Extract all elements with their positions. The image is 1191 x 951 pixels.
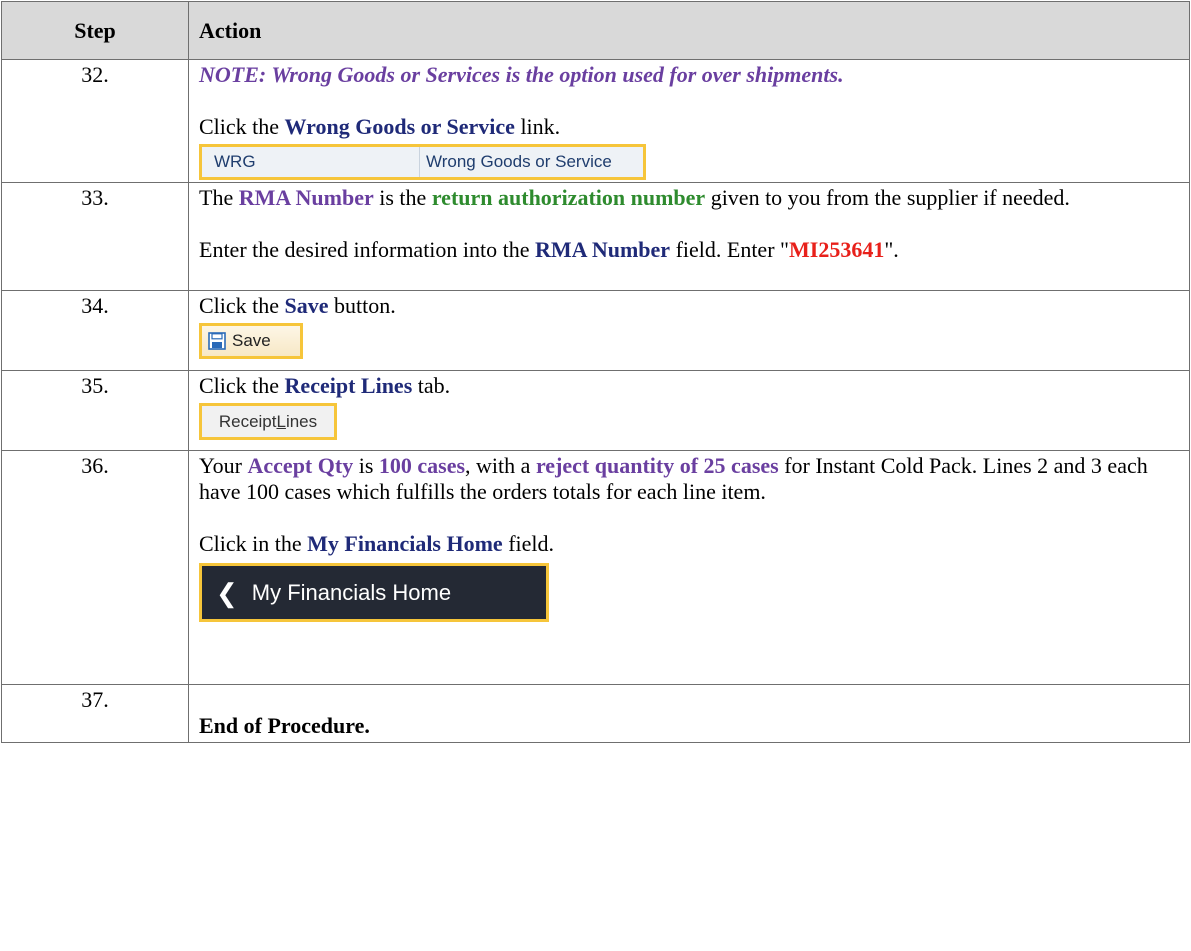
text: tab. (412, 373, 451, 398)
table-row: 36. Your Accept Qty is 100 cases, with a… (1, 450, 1190, 685)
reject-quantity: reject quantity of 25 cases (535, 453, 779, 478)
text: is the (373, 185, 432, 210)
action-header: Action (188, 1, 1190, 60)
text: Click the (199, 114, 285, 139)
step-number: 32. (1, 59, 189, 183)
action-cell: End of Procedure. (188, 684, 1190, 743)
text: link. (514, 114, 561, 139)
table-row: 35. Click the Receipt Lines tab. Receipt… (1, 370, 1190, 451)
text: , with a (465, 453, 536, 478)
text: Click the (199, 293, 285, 318)
step-number: 33. (1, 182, 189, 291)
text: field. (502, 531, 555, 556)
text: given to you from the supplier if needed… (705, 185, 1070, 210)
tab-label-accesskey: L (276, 411, 286, 431)
instruction-text: Click the Save button. (199, 293, 1179, 319)
tab-name: Receipt Lines (284, 373, 413, 398)
description-cell: Wrong Goods or Service (419, 147, 612, 177)
wrong-goods-link-image: WRG Wrong Goods or Service (199, 144, 646, 180)
text: button. (328, 293, 396, 318)
chevron-left-icon: ❮ (216, 577, 238, 608)
text: is (353, 453, 379, 478)
table-row: 37. End of Procedure. (1, 684, 1190, 743)
step-number: 35. (1, 370, 189, 451)
step-number: 36. (1, 450, 189, 685)
action-cell: The RMA Number is the return authorizati… (188, 182, 1190, 291)
text: Click in the (199, 531, 308, 556)
header-row: Step Action (1, 1, 1190, 60)
instruction-text: Click the Wrong Goods or Service link. (199, 114, 1179, 140)
floppy-disk-icon (208, 332, 226, 350)
action-cell: Click the Receipt Lines tab. Receipt Lin… (188, 370, 1190, 451)
my-financials-home-image: ❮ My Financials Home (199, 563, 549, 622)
save-button-image: Save (199, 323, 303, 359)
home-label: My Financials Home (251, 579, 452, 605)
field-name: My Financials Home (307, 531, 503, 556)
tab-label-part: Receipt (218, 411, 277, 431)
field-name: RMA Number (238, 185, 374, 210)
end-of-procedure-text: End of Procedure. (199, 713, 370, 738)
quantity: 100 cases (378, 453, 466, 478)
button-name: Save (284, 293, 329, 318)
table-row: 33. The RMA Number is the return authori… (1, 182, 1190, 291)
instruction-text: Click in the My Financials Home field. (199, 531, 1179, 557)
instruction-text: Enter the desired information into the R… (199, 237, 1179, 263)
action-cell: NOTE: Wrong Goods or Services is the opt… (188, 59, 1190, 183)
text: The (199, 185, 239, 210)
entry-value: MI253641 (789, 237, 885, 262)
text: Your (199, 453, 248, 478)
term: return authorization number (431, 185, 706, 210)
step-number: 37. (1, 684, 189, 743)
text: Click the (199, 373, 285, 398)
table-row: 32. NOTE: Wrong Goods or Services is the… (1, 59, 1190, 183)
receipt-lines-tab-image: Receipt Lines (199, 403, 337, 440)
field-name: RMA Number (535, 237, 671, 262)
explanation-text: The RMA Number is the return authorizati… (199, 185, 1179, 211)
text: ". (884, 237, 899, 262)
link-name: Wrong Goods or Service (284, 114, 515, 139)
step-header: Step (1, 1, 189, 60)
text: Enter the desired information into the (199, 237, 536, 262)
code-cell: WRG (214, 152, 256, 171)
field-name: Accept Qty (247, 453, 354, 478)
save-label: Save (232, 331, 271, 350)
explanation-text: Your Accept Qty is 100 cases, with a rej… (199, 453, 1179, 505)
tab-label-part: ines (285, 411, 318, 431)
instruction-text: Click the Receipt Lines tab. (199, 373, 1179, 399)
note-text: NOTE: Wrong Goods or Services is the opt… (199, 62, 844, 87)
action-cell: Your Accept Qty is 100 cases, with a rej… (188, 450, 1190, 685)
action-cell: Click the Save button. Save (188, 290, 1190, 371)
step-number: 34. (1, 290, 189, 371)
text: field. Enter " (670, 237, 789, 262)
procedure-table: Step Action 32. NOTE: Wrong Goods or Ser… (1, 1, 1190, 743)
table-row: 34. Click the Save button. Save (1, 290, 1190, 371)
